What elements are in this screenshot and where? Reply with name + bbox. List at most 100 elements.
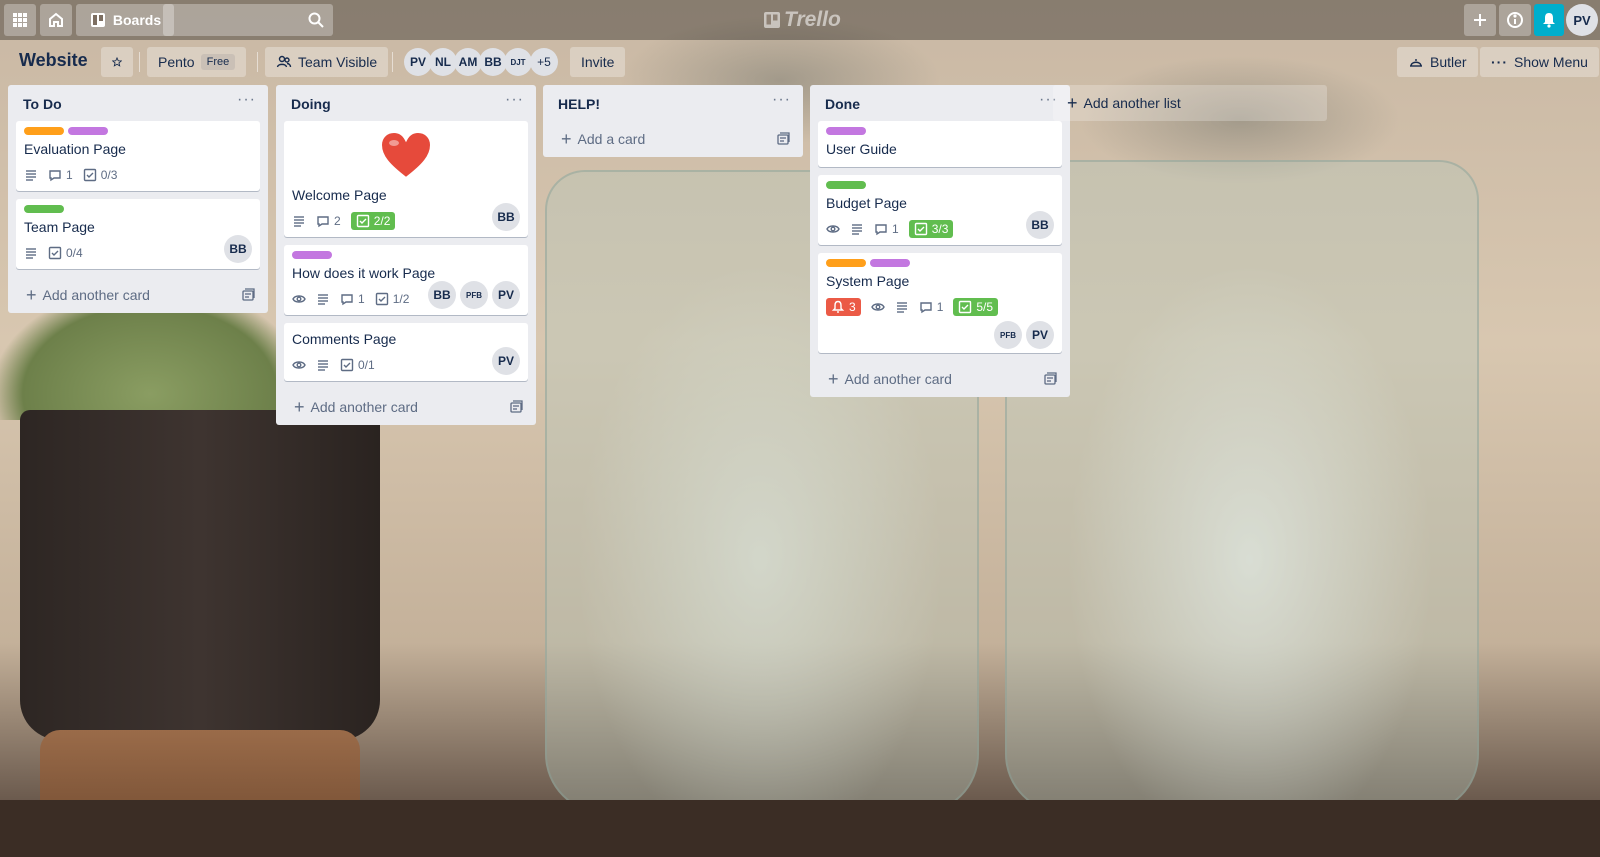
description-icon xyxy=(294,216,304,227)
card[interactable]: Welcome Page 2 2/2 BB xyxy=(284,121,528,237)
show-menu-button[interactable]: ··· Show Menu xyxy=(1480,47,1599,77)
star-board-button[interactable] xyxy=(101,47,133,77)
list-title[interactable]: To Do xyxy=(23,96,62,112)
header-separator xyxy=(139,52,140,72)
card[interactable]: Comments Page 0/1 PV xyxy=(284,323,528,381)
search-input[interactable] xyxy=(163,4,333,36)
card-title: System Page xyxy=(826,273,910,289)
comments-count: 2 xyxy=(334,214,341,228)
checklist-icon xyxy=(914,222,927,236)
more-members-button[interactable]: +5 xyxy=(530,48,558,76)
label-green xyxy=(826,181,866,189)
trello-logo[interactable]: Trello xyxy=(764,8,841,32)
card-badges: 1 3/3 xyxy=(826,217,1054,241)
checklist-count: 0/1 xyxy=(358,358,375,372)
list-menu-button[interactable]: ··· xyxy=(237,91,256,109)
comments-badge: 1 xyxy=(874,222,899,236)
checklist-count: 0/3 xyxy=(100,168,118,182)
template-icon[interactable] xyxy=(1042,371,1058,387)
list-doing: Doing ··· Welcome Page 2 2/2 BB How does… xyxy=(276,85,536,425)
list-menu-button[interactable]: ··· xyxy=(772,91,791,109)
home-button[interactable] xyxy=(40,4,72,36)
member-avatar[interactable]: BB xyxy=(428,281,456,309)
add-card-button[interactable]: + Add another card xyxy=(8,277,268,313)
description-icon xyxy=(26,248,36,259)
add-list-label: Add another list xyxy=(1083,95,1181,111)
info-button[interactable] xyxy=(1499,4,1531,36)
add-card-label: Add another card xyxy=(310,399,418,415)
member-avatar[interactable]: PFB xyxy=(460,281,488,309)
checklist-badge: 1/2 xyxy=(375,292,410,306)
butler-icon xyxy=(1410,59,1422,67)
board-title[interactable]: Website xyxy=(19,50,88,71)
comment-icon xyxy=(49,170,61,182)
card[interactable]: Evaluation Page 1 0/3 xyxy=(16,121,260,191)
apps-button[interactable] xyxy=(4,4,36,36)
member-avatar[interactable]: PV xyxy=(492,281,520,309)
board-member-avatar[interactable]: NL xyxy=(429,48,457,76)
checklist-icon xyxy=(959,300,972,314)
card[interactable]: Team Page 0/4 BB xyxy=(16,199,260,269)
label-purple xyxy=(68,127,108,135)
comment-icon xyxy=(317,216,329,228)
description-badge xyxy=(850,222,864,236)
checklist-count: 1/2 xyxy=(392,292,410,306)
list-menu-button[interactable]: ··· xyxy=(505,91,524,109)
member-avatar[interactable]: PFB xyxy=(994,321,1022,349)
member-avatar[interactable]: BB xyxy=(224,235,252,263)
card[interactable]: User Guide xyxy=(818,121,1062,167)
description-icon xyxy=(26,170,36,181)
board-member-avatar[interactable]: PV xyxy=(404,48,432,76)
top-bar: Boards Trello PV xyxy=(0,0,1600,40)
plus-icon xyxy=(1474,14,1486,26)
add-card-label: Add a card xyxy=(577,131,646,147)
background-pot xyxy=(20,410,380,740)
heart-icon xyxy=(379,131,433,180)
template-icon[interactable] xyxy=(775,131,791,147)
header-separator xyxy=(257,52,258,72)
list-title[interactable]: Doing xyxy=(291,96,331,112)
checklist-badge: 2/2 xyxy=(350,212,396,230)
boards-button[interactable]: Boards xyxy=(76,4,174,36)
description-badge xyxy=(24,246,38,260)
card[interactable]: Budget Page 1 3/3 BB xyxy=(818,175,1062,245)
card-labels xyxy=(826,259,1054,267)
member-avatar[interactable]: PV xyxy=(1026,321,1054,349)
add-list-button[interactable]: + Add another list xyxy=(1053,85,1327,121)
header-separator xyxy=(392,52,393,72)
invite-button[interactable]: Invite xyxy=(570,47,626,77)
comment-icon xyxy=(875,224,887,236)
add-card-button[interactable]: + Add a card xyxy=(543,121,803,157)
template-icon[interactable] xyxy=(240,287,256,303)
list-title[interactable]: HELP! xyxy=(558,96,600,112)
watch-badge xyxy=(292,358,306,372)
card[interactable]: System Page 3 1 5/5 PFB PV xyxy=(818,253,1062,353)
create-button[interactable] xyxy=(1464,4,1496,36)
member-avatar[interactable]: BB xyxy=(1026,211,1054,239)
visibility-label: Team Visible xyxy=(298,54,378,70)
home-icon xyxy=(49,12,63,27)
notifications-button[interactable] xyxy=(1534,4,1564,36)
add-card-button[interactable]: + Add another card xyxy=(810,361,1070,397)
member-avatar[interactable]: BB xyxy=(492,203,520,231)
board-member-avatar[interactable]: AM xyxy=(454,48,482,76)
card-members: BB PFB PV xyxy=(428,281,520,309)
board-member-avatar[interactable]: BB xyxy=(479,48,507,76)
logo-text: Trello xyxy=(784,8,841,31)
background-jar-right xyxy=(1005,160,1479,814)
label-orange xyxy=(826,259,866,267)
user-avatar[interactable]: PV xyxy=(1566,4,1598,36)
member-avatar[interactable]: PV xyxy=(492,347,520,375)
visibility-button[interactable]: Team Visible xyxy=(265,47,389,77)
template-icon[interactable] xyxy=(508,399,524,415)
butler-button[interactable]: Butler xyxy=(1397,47,1478,77)
description-icon xyxy=(318,294,328,305)
heart-sticker xyxy=(292,127,520,185)
board-member-avatar[interactable]: DJT xyxy=(504,48,532,76)
team-button[interactable]: Pento Free xyxy=(147,47,247,77)
eye-icon xyxy=(292,295,306,303)
list-title[interactable]: Done xyxy=(825,96,860,112)
add-card-button[interactable]: + Add another card xyxy=(276,389,536,425)
card[interactable]: How does it work Page 1 1/2 BB PFB PV xyxy=(284,245,528,315)
checklist-count: 3/3 xyxy=(931,222,949,236)
